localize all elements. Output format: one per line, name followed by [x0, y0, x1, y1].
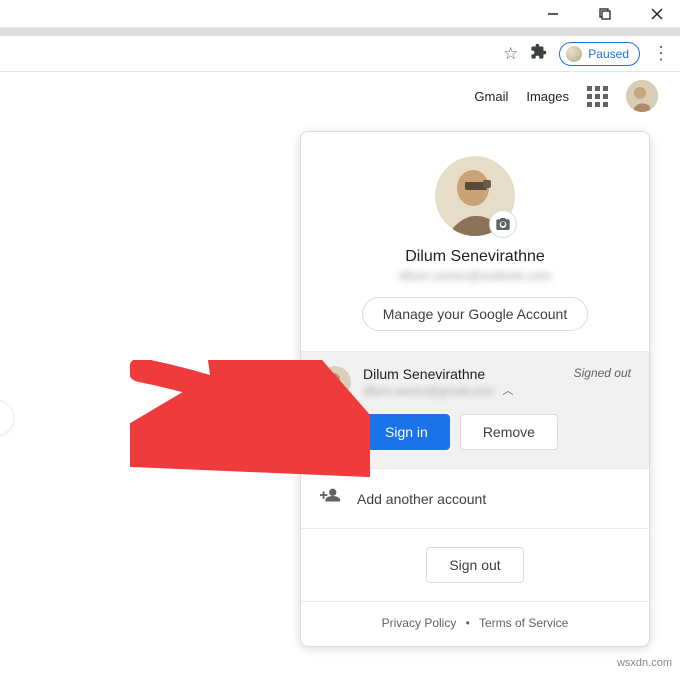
separator-dot: •: [466, 616, 470, 630]
google-header: Gmail Images: [0, 72, 680, 120]
gmail-link[interactable]: Gmail: [474, 89, 508, 104]
add-account-label: Add another account: [357, 491, 486, 507]
account-email: dilum.senev@gmail.com: [363, 384, 494, 398]
bookmark-star-icon[interactable]: ☆: [503, 44, 518, 64]
other-accounts-section: Dilum Senevirathne dilum.senev@gmail.com…: [301, 351, 649, 468]
manage-account-button[interactable]: Manage your Google Account: [362, 297, 588, 331]
account-name: Dilum Senevirathne: [363, 366, 562, 382]
avatar-wrapper: [435, 156, 515, 236]
sign-out-section: Sign out: [301, 528, 649, 601]
privacy-link[interactable]: Privacy Policy: [382, 616, 457, 630]
chevron-up-icon[interactable]: ︿: [502, 382, 513, 398]
popover-footer: Privacy Policy • Terms of Service: [301, 601, 649, 646]
tab-strip: [0, 28, 680, 36]
account-buttons: Sign in Remove: [363, 414, 631, 450]
account-popover: Dilum Senevirathne dilum.senev@outlook.c…: [300, 131, 650, 647]
sign-in-button[interactable]: Sign in: [363, 414, 450, 450]
apps-grid-icon[interactable]: [587, 86, 608, 107]
close-button[interactable]: [640, 2, 674, 26]
profile-email: dilum.senev@outlook.com: [317, 268, 633, 283]
account-avatar-button[interactable]: [626, 80, 658, 112]
account-avatar-small: [319, 366, 351, 398]
extensions-icon[interactable]: [530, 43, 547, 65]
profile-dot-icon: [566, 46, 582, 62]
account-status: Signed out: [574, 366, 631, 380]
maximize-button[interactable]: [588, 2, 622, 26]
window-titlebar: [0, 0, 680, 28]
menu-kebab-icon[interactable]: ⋮: [652, 43, 670, 64]
paused-label: Paused: [588, 47, 629, 61]
minimize-button[interactable]: [536, 2, 570, 26]
add-person-icon: [319, 485, 341, 512]
terms-link[interactable]: Terms of Service: [479, 616, 568, 630]
watermark: wsxdn.com: [617, 657, 672, 669]
browser-toolbar: ☆ Paused ⋮: [0, 36, 680, 72]
account-info: Dilum Senevirathne dilum.senev@gmail.com…: [363, 366, 562, 400]
account-row[interactable]: Dilum Senevirathne dilum.senev@gmail.com…: [319, 366, 631, 400]
popover-profile-section: Dilum Senevirathne dilum.senev@outlook.c…: [301, 132, 649, 351]
profile-name: Dilum Senevirathne: [317, 248, 633, 266]
remove-button[interactable]: Remove: [460, 414, 558, 450]
sign-out-button[interactable]: Sign out: [426, 547, 523, 583]
profile-paused-pill[interactable]: Paused: [559, 42, 640, 66]
add-account-row[interactable]: Add another account: [301, 468, 649, 528]
images-link[interactable]: Images: [526, 89, 569, 104]
camera-badge-icon[interactable]: [489, 210, 517, 238]
nav-bubble[interactable]: [0, 400, 14, 436]
